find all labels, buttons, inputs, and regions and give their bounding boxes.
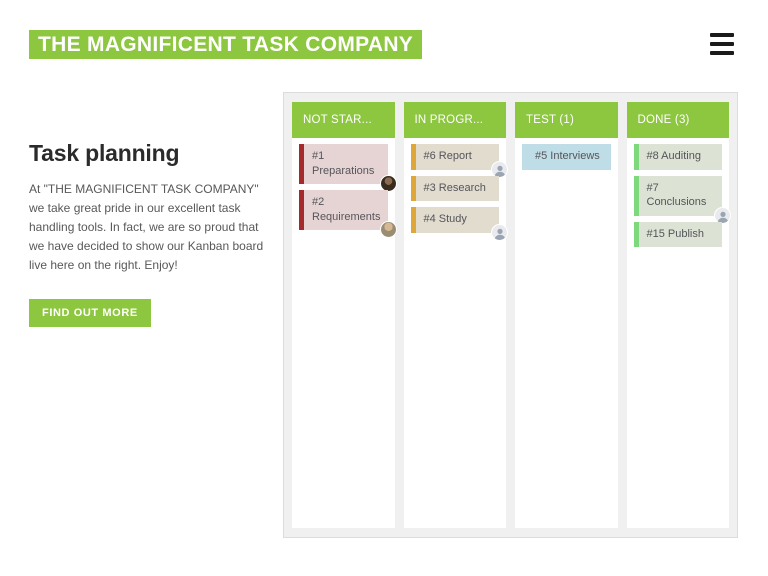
brand-banner: THE MAGNIFICENT TASK COMPANY xyxy=(29,30,423,59)
card-label: #7 Conclusions xyxy=(638,175,722,216)
card-label: #3 Research xyxy=(415,175,499,202)
column-body: #8 Auditing #7 Conclusions #15 Publish xyxy=(626,138,731,528)
menu-bar-1 xyxy=(710,33,734,37)
card-label: #6 Report xyxy=(415,144,499,170)
page-title: Task planning xyxy=(29,140,180,166)
avatar[interactable] xyxy=(379,221,397,239)
column-body: #1 Preparations #2 Requirements xyxy=(292,138,397,528)
kanban-column: TEST (1) #5 Interviews xyxy=(515,102,618,528)
card-label: #15 Publish xyxy=(638,221,722,248)
kanban-card[interactable]: #15 Publish xyxy=(633,221,722,248)
kanban-column: IN PROGR... #6 Report #3 Research #4 Study xyxy=(403,102,508,528)
column-body: #6 Report #3 Research #4 Study xyxy=(403,138,508,528)
kanban-column: NOT STAR... #1 Preparations #2 Requirement… xyxy=(292,102,397,528)
column-header[interactable]: TEST (1) xyxy=(515,102,618,138)
avatar[interactable] xyxy=(491,223,508,241)
column-header[interactable]: NOT STAR... xyxy=(292,102,395,138)
card-label: #1 Preparations xyxy=(304,144,388,185)
card-label: #5 Interviews xyxy=(527,144,611,170)
kanban-card[interactable]: #4 Study xyxy=(410,207,508,241)
column-header[interactable]: IN PROGR... xyxy=(403,102,506,138)
kanban-card[interactable]: #7 Conclusions xyxy=(633,175,731,224)
kanban-card[interactable]: #8 Auditing xyxy=(633,144,722,170)
kanban-card[interactable]: #5 Interviews xyxy=(522,144,611,170)
kanban-card[interactable]: #3 Research xyxy=(410,175,499,202)
brand-title: THE MAGNIFICENT TASK COMPANY xyxy=(38,33,414,56)
kanban-card[interactable]: #6 Report xyxy=(410,144,508,178)
kanban-card[interactable]: #1 Preparations xyxy=(299,144,397,193)
intro-panel: Task planning At "THE MAGNIFICENT TASK C… xyxy=(29,140,264,328)
find-out-more-button[interactable]: FIND OUT MORE xyxy=(29,299,151,328)
column-body: #5 Interviews xyxy=(515,138,618,528)
kanban-card[interactable]: #2 Requirements xyxy=(299,190,397,239)
card-label: #4 Study xyxy=(415,207,499,233)
hamburger-menu-icon[interactable] xyxy=(710,33,734,55)
menu-bar-2 xyxy=(710,42,734,46)
kanban-column: DONE (3) #8 Auditing #7 Conclusions #15 Pub… xyxy=(626,102,731,528)
site-header: THE MAGNIFICENT TASK COMPANY xyxy=(0,0,768,86)
card-label: #2 Requirements xyxy=(304,190,388,231)
intro-paragraph: At "THE MAGNIFICENT TASK COMPANY" we tak… xyxy=(29,182,264,273)
column-header[interactable]: DONE (3) xyxy=(626,102,729,138)
card-label: #8 Auditing xyxy=(638,144,722,170)
menu-bar-3 xyxy=(710,51,734,55)
kanban-board: NOT STAR... #1 Preparations #2 Requirement… xyxy=(283,92,738,538)
